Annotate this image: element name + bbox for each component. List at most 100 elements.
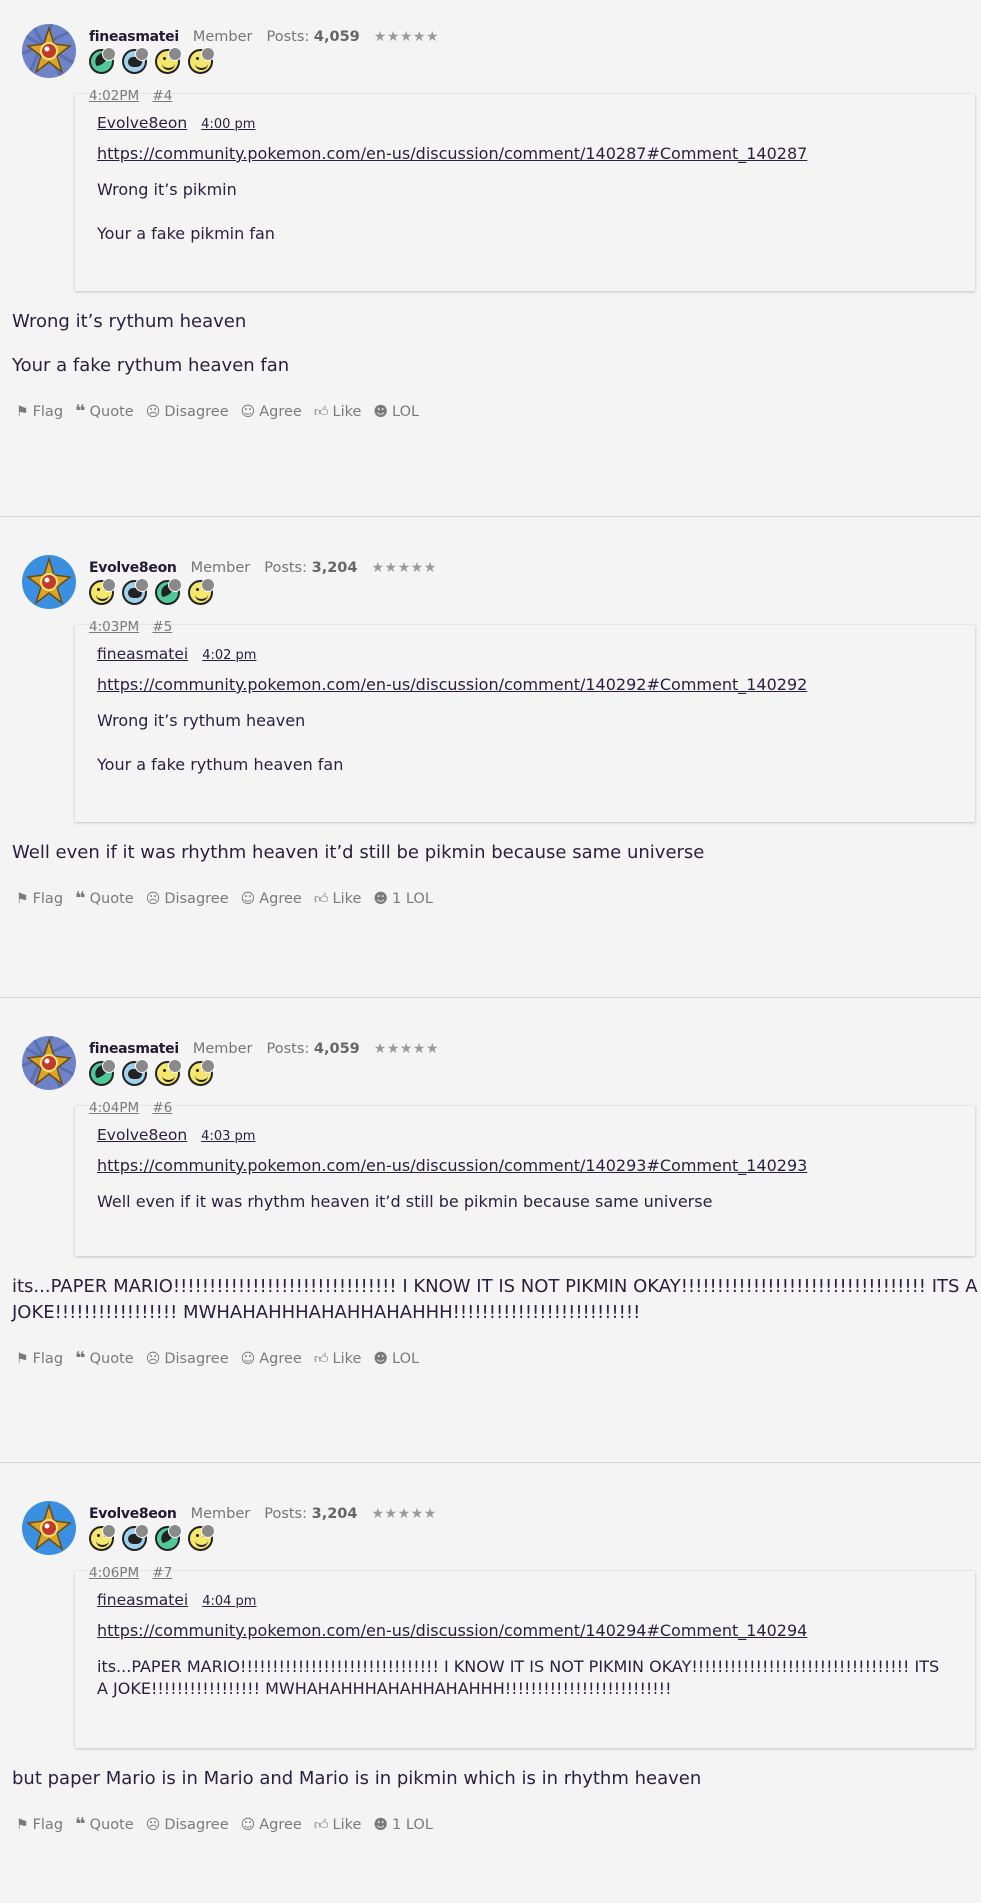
frown-icon: ☹ <box>145 1816 161 1833</box>
lol-button[interactable]: ☻ LOL <box>373 1351 419 1367</box>
reaction-bar: ⚑ Flag ❝ Quote ☹ Disagree ☺ Agree 👍︎ Like ☻ LO… <box>12 397 981 420</box>
frown-icon: ☹ <box>145 1350 161 1367</box>
flag-icon: ⚑ <box>16 1350 29 1367</box>
post: fineasmatei Member Posts: 4,059 ★★★★★ 4:… <box>0 0 981 516</box>
post-number-link[interactable]: #5 <box>152 619 172 635</box>
quote-source-link[interactable]: https://community.pokemon.com/en-us/disc… <box>97 675 953 694</box>
flag-icon: ⚑ <box>16 1816 29 1833</box>
agree-button[interactable]: ☺ Agree <box>241 891 302 907</box>
badge-icon[interactable] <box>122 578 149 605</box>
badge-icon[interactable] <box>155 47 182 74</box>
badge-icon[interactable] <box>188 1524 215 1551</box>
reaction-bar: ⚑ Flag ❝ Quote ☹ Disagree ☺ Agree 👍︎ Like ☻ LO… <box>12 1344 981 1367</box>
username[interactable]: Evolve8eon <box>89 560 177 576</box>
smile-icon: ☺ <box>240 1350 256 1367</box>
frown-icon: ☹ <box>145 403 161 420</box>
badge-icon[interactable] <box>155 1059 182 1086</box>
post-count: Posts: 3,204 <box>264 560 358 576</box>
comment-thread: fineasmatei Member Posts: 4,059 ★★★★★ 4:… <box>0 0 981 1903</box>
badge-icon[interactable] <box>122 1524 149 1551</box>
post: fineasmatei Member Posts: 4,059 ★★★★★ 4:… <box>0 997 981 1462</box>
post-time-link[interactable]: 4:03PM <box>89 619 139 635</box>
avatar[interactable] <box>22 1501 76 1555</box>
flag-button[interactable]: ⚑ Flag <box>16 1817 63 1833</box>
post-number-link[interactable]: #7 <box>152 1565 172 1581</box>
badge-icon[interactable] <box>89 578 116 605</box>
post-number-link[interactable]: #4 <box>152 88 172 104</box>
flag-button[interactable]: ⚑ Flag <box>16 404 63 420</box>
post-count: Posts: 3,204 <box>264 1506 358 1522</box>
disagree-button[interactable]: ☹ Disagree <box>146 891 229 907</box>
badge-icon[interactable] <box>155 1524 182 1551</box>
quote-paragraph: Wrong it’s rythum heaven <box>97 711 306 730</box>
like-button[interactable]: 👍︎ Like <box>314 1816 362 1834</box>
laugh-icon: ☻ <box>373 890 389 907</box>
disagree-button[interactable]: ☹ Disagree <box>146 404 229 420</box>
flag-icon: ⚑ <box>16 403 29 420</box>
quote-button[interactable]: ❝ Quote <box>75 400 134 422</box>
reaction-bar: ⚑ Flag ❝ Quote ☹ Disagree ☺ Agree 👍︎ Like ☻ 1 … <box>12 1810 981 1833</box>
post-body: but paper Mario is in Mario and Mario is… <box>12 1748 981 1792</box>
quote-icon: ❝ <box>75 400 86 422</box>
quote-button[interactable]: ❝ Quote <box>75 887 134 909</box>
badge-icon[interactable] <box>188 47 215 74</box>
avatar[interactable] <box>22 1036 76 1090</box>
author-meta: Evolve8eon Member Posts: 3,204 ★★★★★ 4:0… <box>89 1506 437 1581</box>
quote-source-link[interactable]: https://community.pokemon.com/en-us/disc… <box>97 144 953 163</box>
agree-button[interactable]: ☺ Agree <box>241 1817 302 1833</box>
badge-icon[interactable] <box>89 1059 116 1086</box>
username[interactable]: fineasmatei <box>89 29 179 45</box>
laugh-icon: ☻ <box>373 1350 389 1367</box>
agree-button[interactable]: ☺ Agree <box>241 404 302 420</box>
post-count: Posts: 4,059 <box>266 29 360 45</box>
lol-button[interactable]: ☻ 1 LOL <box>373 1817 433 1833</box>
rank-stars: ★★★★★ <box>373 1041 440 1057</box>
post-time-link[interactable]: 4:02PM <box>89 88 139 104</box>
quote-button[interactable]: ❝ Quote <box>75 1349 134 1367</box>
post-header: fineasmatei Member Posts: 4,059 ★★★★★ 4:… <box>12 0 981 144</box>
user-role: Member <box>192 29 253 45</box>
badge-icon[interactable] <box>89 1524 116 1551</box>
agree-button[interactable]: ☺ Agree <box>241 1351 302 1367</box>
quote-source-link[interactable]: https://community.pokemon.com/en-us/disc… <box>97 1621 953 1640</box>
badge-icon[interactable] <box>188 578 215 605</box>
badge-icon[interactable] <box>155 578 182 605</box>
username[interactable]: Evolve8eon <box>89 1506 177 1522</box>
rank-stars: ★★★★★ <box>371 1506 437 1522</box>
badge-list <box>89 1059 439 1086</box>
lol-button[interactable]: ☻ 1 LOL <box>373 891 433 907</box>
username[interactable]: fineasmatei <box>89 1041 179 1057</box>
post: Evolve8eon Member Posts: 3,204 ★★★★★ 4:0… <box>0 1462 981 1903</box>
thumbs-up-icon: 👍︎ <box>313 891 329 907</box>
quote-source-link[interactable]: https://community.pokemon.com/en-us/disc… <box>97 1156 953 1175</box>
badge-icon[interactable] <box>188 1059 215 1086</box>
quote-button[interactable]: ❝ Quote <box>75 1815 134 1833</box>
disagree-button[interactable]: ☹ Disagree <box>146 1817 229 1833</box>
post-header: Evolve8eon Member Posts: 3,204 ★★★★★ 4:0… <box>12 517 981 675</box>
badge-icon[interactable] <box>89 47 116 74</box>
quote-paragraph: Wrong it’s pikmin <box>97 180 237 199</box>
flag-button[interactable]: ⚑ Flag <box>16 891 63 907</box>
reaction-bar: ⚑ Flag ❝ Quote ☹ Disagree ☺ Agree 👍︎ Like ☻ 1 … <box>12 884 981 907</box>
quote-icon: ❝ <box>75 887 86 909</box>
quote-paragraph: Well even if it was rhythm heaven it’d s… <box>97 1192 713 1211</box>
post-time-link[interactable]: 4:04PM <box>89 1100 139 1116</box>
like-button[interactable]: 👍︎ Like <box>313 403 362 421</box>
user-role: Member <box>192 1041 253 1057</box>
disagree-button[interactable]: ☹ Disagree <box>146 1351 229 1367</box>
lol-button[interactable]: ☻ LOL <box>373 404 419 420</box>
badge-icon[interactable] <box>122 47 149 74</box>
thumbs-up-icon: 👍︎ <box>313 404 329 420</box>
like-button[interactable]: 👍︎ Like <box>313 1350 362 1368</box>
badge-list <box>89 578 437 605</box>
thumbs-up-icon: 👍︎ <box>313 1351 329 1367</box>
laugh-icon: ☻ <box>373 1816 389 1833</box>
post-number-link[interactable]: #6 <box>152 1100 172 1116</box>
laugh-icon: ☻ <box>373 403 389 420</box>
avatar[interactable] <box>22 555 76 609</box>
avatar[interactable] <box>22 24 76 78</box>
post-time-link[interactable]: 4:06PM <box>89 1565 139 1581</box>
like-button[interactable]: 👍︎ Like <box>313 890 362 908</box>
flag-button[interactable]: ⚑ Flag <box>16 1351 63 1367</box>
badge-icon[interactable] <box>122 1059 149 1086</box>
